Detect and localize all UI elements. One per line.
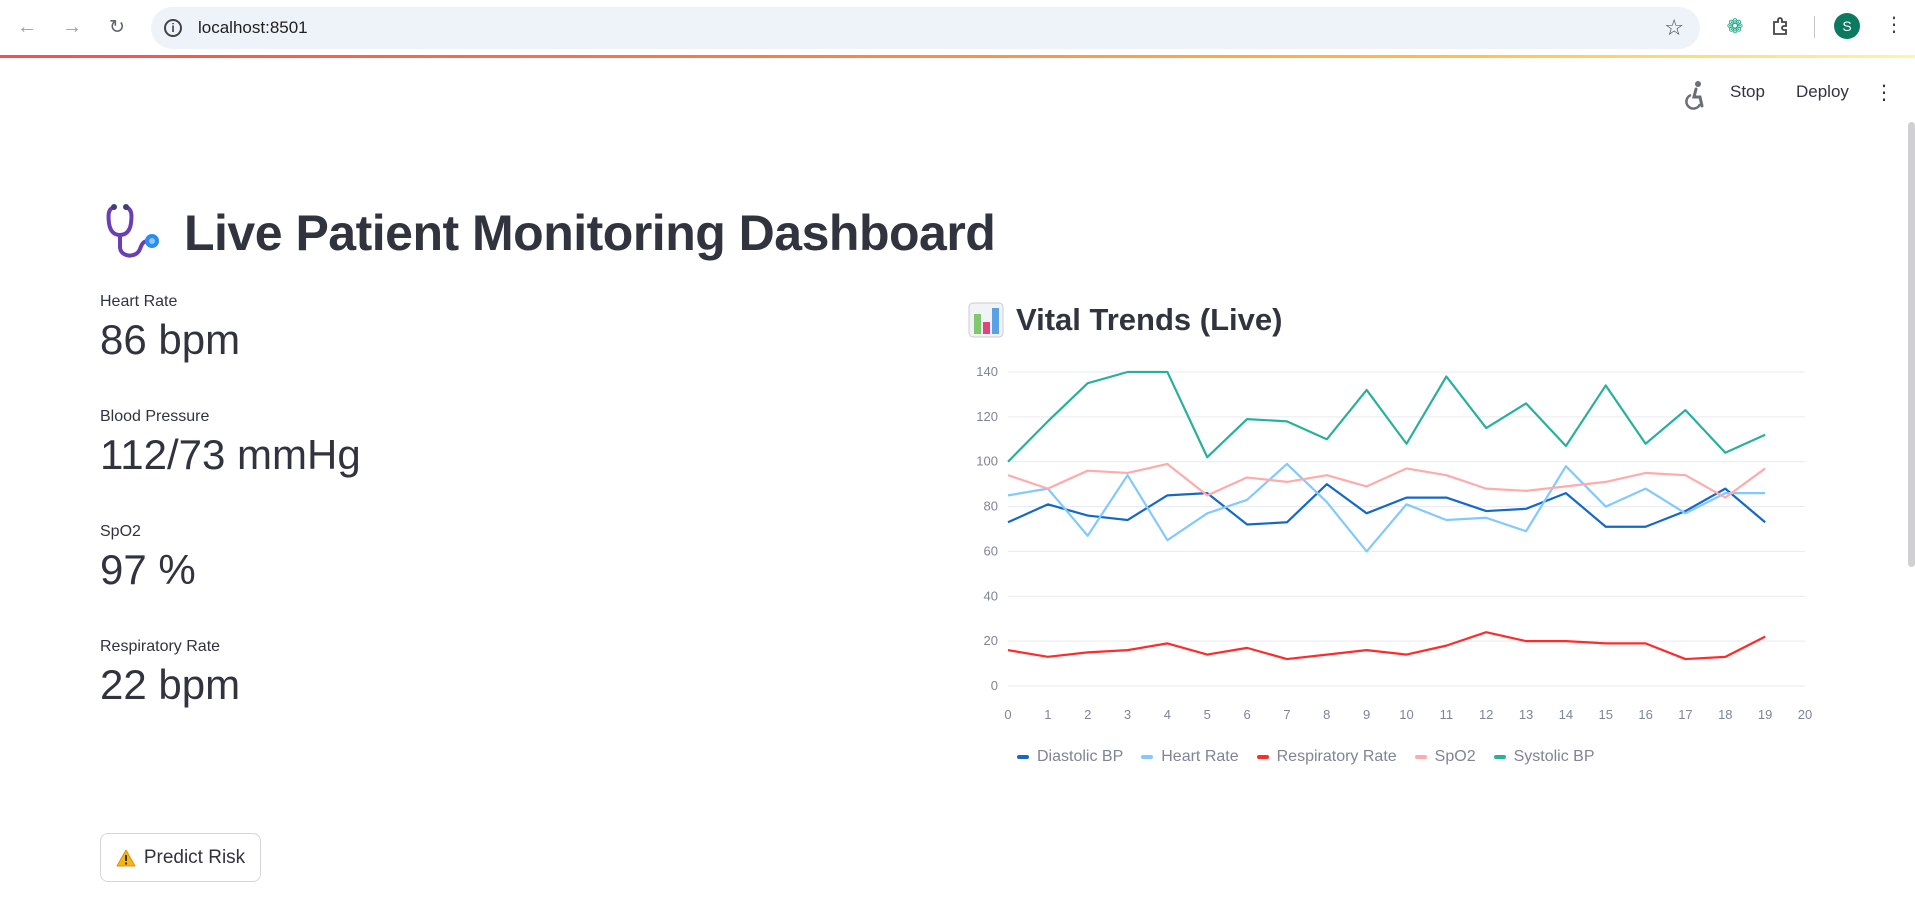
- y-tick-label: 140: [976, 364, 998, 379]
- main-menu-icon[interactable]: ⋮: [1874, 80, 1894, 105]
- x-tick-label: 4: [1164, 707, 1171, 722]
- predict-risk-label: Predict Risk: [143, 846, 246, 868]
- x-tick-label: 19: [1758, 707, 1772, 722]
- y-tick-label: 60: [984, 543, 998, 558]
- legend-label: Heart Rate: [1161, 748, 1239, 765]
- x-tick-label: 11: [1440, 707, 1454, 722]
- profile-avatar[interactable]: S: [1834, 13, 1860, 39]
- legend-swatch: [1493, 755, 1506, 759]
- chatgpt-extension-icon[interactable]: ❁: [1723, 14, 1747, 38]
- page-title: Live Patient Monitoring Dashboard: [184, 205, 996, 261]
- legend-item[interactable]: Respiratory Rate: [1256, 748, 1397, 766]
- x-tick-label: 13: [1519, 707, 1533, 722]
- deploy-button[interactable]: Deploy: [1796, 82, 1849, 102]
- forward-arrow-icon[interactable]: →: [57, 12, 87, 42]
- x-tick-label: 12: [1479, 707, 1493, 722]
- metric-value: 112/73 mmHg: [100, 431, 361, 478]
- trends-header: Vital Trends (Live): [968, 302, 1282, 338]
- legend-swatch: [1414, 755, 1427, 759]
- x-tick-label: 20: [1798, 707, 1812, 722]
- x-tick-label: 7: [1283, 707, 1290, 722]
- y-tick-label: 40: [984, 588, 998, 603]
- metric-value: 97 %: [100, 546, 196, 593]
- x-tick-label: 1: [1044, 707, 1051, 722]
- metric-label: Heart Rate: [100, 293, 178, 310]
- address-bar[interactable]: i localhost:8501 ☆: [151, 7, 1700, 49]
- series-line-diastolic-bp: [1007, 483, 1766, 528]
- legend-swatch: [1141, 755, 1154, 759]
- vital-trends-chart[interactable]: 0 20 40 60 80 100 120 140 0 1 2 3 4 5 6 7 8 9 10 11 12 13 14 15…: [955, 355, 1835, 775]
- predict-risk-button[interactable]: Predict Risk: [100, 833, 261, 882]
- app-header: Stop Deploy ⋮: [0, 58, 1915, 130]
- metric-label: SpO2: [100, 523, 141, 540]
- metric-value: 22 bpm: [100, 661, 241, 708]
- legend-item[interactable]: Systolic BP: [1493, 748, 1595, 766]
- x-tick-label: 17: [1678, 707, 1692, 722]
- legend-label: Diastolic BP: [1037, 748, 1124, 765]
- back-arrow-icon[interactable]: ←: [12, 12, 42, 42]
- url-text[interactable]: localhost:8501: [198, 18, 308, 38]
- metric-spo2: SpO2 97 %: [100, 523, 196, 593]
- x-tick-label: 8: [1323, 707, 1330, 722]
- y-tick-label: 80: [984, 499, 998, 514]
- browser-menu-icon[interactable]: ⋮: [1884, 12, 1904, 37]
- x-tick-label: 14: [1559, 707, 1573, 722]
- x-tick-label: 9: [1363, 707, 1370, 722]
- legend-swatch: [1017, 755, 1029, 759]
- legend-label: Respiratory Rate: [1276, 748, 1397, 765]
- x-tick-label: 16: [1638, 707, 1652, 722]
- legend-label: Systolic BP: [1513, 748, 1595, 765]
- metric-blood-pressure: Blood Pressure 112/73 mmHg: [100, 408, 361, 478]
- x-tick-label: 0: [1004, 707, 1011, 722]
- browser-toolbar: ← → ↻ i localhost:8501 ☆ ❁ S ⋮: [0, 0, 1915, 55]
- stop-button[interactable]: Stop: [1730, 82, 1765, 102]
- y-tick-label: 120: [976, 409, 998, 424]
- x-tick-label: 18: [1718, 707, 1732, 722]
- toolbar-divider: [1814, 16, 1815, 38]
- legend-item[interactable]: Heart Rate: [1141, 748, 1239, 766]
- running-status-icon: [1682, 80, 1708, 110]
- bookmark-star-icon[interactable]: ☆: [1664, 15, 1684, 41]
- trends-title: Vital Trends (Live): [1016, 302, 1283, 337]
- y-tick-label: 0: [991, 678, 998, 693]
- x-tick-label: 6: [1243, 707, 1250, 722]
- site-info-icon[interactable]: i: [164, 19, 182, 37]
- legend-label: SpO2: [1434, 748, 1476, 765]
- metric-respiratory-rate: Respiratory Rate 22 bpm: [100, 638, 240, 708]
- chart-legend: Diastolic BP Heart Rate Respiratory Rate Sp…: [1017, 748, 1595, 766]
- stethoscope-icon: [106, 204, 159, 258]
- legend-item[interactable]: Diastolic BP: [1017, 748, 1123, 766]
- metric-label: Blood Pressure: [100, 408, 210, 425]
- x-tick-label: 3: [1124, 707, 1131, 722]
- y-tick-label: 100: [976, 454, 998, 469]
- chart-svg: 0204060801001201400 1 2 3 4 5 6 7 8 9 10 11 12 13 14 15…: [976, 364, 1812, 722]
- page-title-row: Live Patient Monitoring Dashboard: [100, 198, 996, 268]
- metric-label: Respiratory Rate: [100, 638, 221, 655]
- bar-chart-icon: [968, 302, 1004, 338]
- legend-swatch: [1256, 755, 1269, 759]
- extensions-puzzle-icon[interactable]: [1769, 14, 1793, 38]
- reload-icon[interactable]: ↻: [102, 12, 132, 42]
- x-tick-label: 15: [1599, 707, 1613, 722]
- y-tick-label: 20: [984, 633, 998, 648]
- series-line-respiratory-rate: [1007, 631, 1766, 661]
- warning-icon: [116, 849, 136, 866]
- legend-item[interactable]: SpO2: [1414, 748, 1476, 766]
- x-tick-label: 2: [1084, 707, 1091, 722]
- page-scrollbar[interactable]: [1908, 122, 1915, 567]
- x-tick-label: 10: [1399, 707, 1413, 722]
- x-tick-label: 5: [1204, 707, 1211, 722]
- metric-heart-rate: Heart Rate 86 bpm: [100, 293, 240, 363]
- metric-value: 86 bpm: [100, 316, 241, 363]
